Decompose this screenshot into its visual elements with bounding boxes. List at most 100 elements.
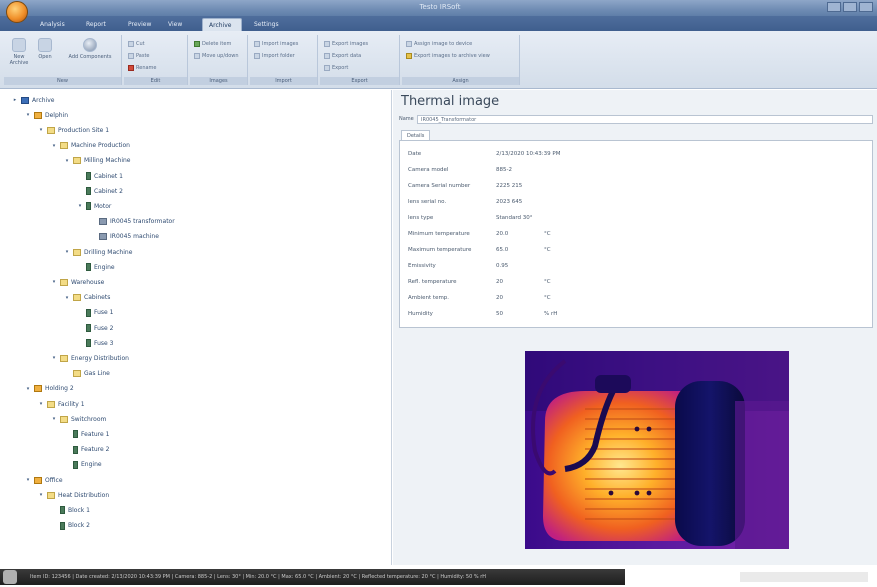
import-folder-button[interactable]: Import folder <box>254 51 295 60</box>
tab-preview[interactable]: Preview <box>122 18 156 31</box>
tree-item[interactable]: Block 2 <box>51 520 90 532</box>
tree-item[interactable]: IR0045 transformator <box>90 216 175 228</box>
tree-item[interactable]: Gas Line <box>64 368 110 380</box>
expand-toggle-icon[interactable]: ▾ <box>64 295 70 301</box>
tree-item[interactable]: Feature 2 <box>64 444 109 456</box>
property-value: 2023 645 <box>496 199 523 205</box>
tree-item[interactable]: ▾ Switchroom <box>51 413 106 425</box>
status-logo-icon <box>3 570 17 584</box>
expand-toggle-icon[interactable]: ▾ <box>38 492 44 498</box>
name-field[interactable]: IR0045_Transformator <box>417 114 873 124</box>
tab-analysis[interactable]: Analysis <box>34 18 74 31</box>
tree-item[interactable]: Cabinet 2 <box>77 185 123 197</box>
open-button[interactable]: Open <box>34 38 56 60</box>
archive-tree[interactable]: ▸ Archive ▾ Delphin ▾ Production Site 1 ▾ Machi… <box>0 90 392 565</box>
expand-toggle-icon[interactable]: ▾ <box>64 249 70 255</box>
status-bar-inner: Item ID: 123456 | Date created: 2/13/202… <box>0 569 625 585</box>
tree-item[interactable]: ▾ Heat Distribution <box>38 489 109 501</box>
tree-item[interactable]: Feature 1 <box>64 428 109 440</box>
archive-icon <box>12 38 26 52</box>
folder-icon <box>60 415 68 423</box>
tree-item[interactable]: Fuse 2 <box>77 322 113 334</box>
application-menu-button[interactable] <box>6 1 28 23</box>
tree-item[interactable]: ▾ Holding 2 <box>25 383 74 395</box>
export-data-button[interactable]: Export data <box>324 51 361 60</box>
assign-icon <box>406 40 412 47</box>
expand-toggle-icon[interactable]: ▾ <box>51 416 57 422</box>
property-label: lens serial no. <box>408 199 447 205</box>
tree-item[interactable]: Engine <box>64 459 102 471</box>
expand-toggle-icon[interactable]: ▾ <box>51 143 57 149</box>
expand-toggle-icon[interactable]: ▾ <box>51 355 57 361</box>
expand-toggle-icon[interactable]: ▾ <box>51 279 57 285</box>
folder-icon <box>60 142 68 150</box>
device-icon <box>60 521 65 530</box>
import-images-button[interactable]: Import images <box>254 39 298 48</box>
expand-toggle-icon[interactable]: ▾ <box>25 112 31 118</box>
close-button[interactable] <box>859 2 873 12</box>
expand-toggle-icon[interactable]: ▾ <box>38 401 44 407</box>
paste-button[interactable]: Paste <box>128 51 150 60</box>
tree-item[interactable]: Fuse 1 <box>77 307 113 319</box>
tree-item-label: Motor <box>94 202 112 210</box>
tree-item[interactable]: ▾ Energy Distribution <box>51 352 129 364</box>
export-button[interactable]: Export <box>324 63 348 72</box>
cut-button[interactable]: Cut <box>128 39 145 48</box>
tree-item[interactable]: Engine <box>77 261 115 273</box>
tree-item-label: Drilling Machine <box>84 248 133 256</box>
delete-icon <box>128 64 134 71</box>
device-icon <box>86 172 91 180</box>
tab-view[interactable]: View <box>162 18 192 31</box>
tree-item[interactable]: ▾ Machine Production <box>51 140 130 152</box>
tree-item[interactable]: Cabinet 1 <box>77 170 123 182</box>
tab-archive[interactable]: Archive <box>202 18 242 31</box>
tree-item[interactable]: ▾ Motor <box>77 200 111 212</box>
tree-item[interactable]: IR0045 machine <box>90 231 159 243</box>
folder-icon <box>47 400 55 408</box>
tree-item[interactable]: ▾ Milling Machine <box>64 155 130 167</box>
expand-toggle-icon[interactable]: ▾ <box>64 158 70 164</box>
tree-item[interactable]: ▾ Warehouse <box>51 276 104 288</box>
expand-toggle-icon[interactable]: ▾ <box>77 203 83 209</box>
tab-settings[interactable]: Settings <box>248 18 288 31</box>
new-archive-button[interactable]: New Archive <box>8 38 30 66</box>
tree-item[interactable]: ▾ Cabinets <box>64 292 110 304</box>
tree-item[interactable]: ▾ Production Site 1 <box>38 124 109 136</box>
tree-item[interactable]: ▾ Drilling Machine <box>64 246 132 258</box>
import-icon <box>254 40 260 47</box>
expand-toggle-icon[interactable]: ▾ <box>25 477 31 483</box>
tree-item-label: Engine <box>81 461 102 469</box>
add-components-button[interactable]: Add Components <box>62 38 118 60</box>
maximize-button[interactable] <box>843 2 857 12</box>
export-to-archive-button[interactable]: Export images to archive view <box>406 51 490 60</box>
device-icon <box>73 445 78 454</box>
tree-item[interactable]: ▾ Delphin <box>25 109 68 121</box>
tree-item-label: IR0045 transformator <box>110 218 175 226</box>
tree-item-label: Archive <box>32 96 55 104</box>
export-images-button[interactable]: Export images <box>324 39 368 48</box>
property-value: 20 <box>496 279 503 285</box>
tree-item[interactable]: Fuse 3 <box>77 337 113 349</box>
expand-toggle-icon[interactable]: ▾ <box>25 386 31 392</box>
tree-item-label: Fuse 3 <box>94 339 114 347</box>
tree-item[interactable]: ▾ Facility 1 <box>38 398 85 410</box>
expand-toggle-icon[interactable]: ▸ <box>12 97 18 103</box>
expand-toggle-icon[interactable]: ▾ <box>38 127 44 133</box>
tree-item-label: Energy Distribution <box>71 354 129 362</box>
minimize-button[interactable] <box>827 2 841 12</box>
paste-icon <box>128 52 134 59</box>
property-row: Camera model 885-2 <box>408 165 848 177</box>
tree-item-label: Facility 1 <box>58 400 85 408</box>
tree-item-label: Heat Distribution <box>58 491 110 499</box>
assign-image-button[interactable]: Assign image to device <box>406 39 472 48</box>
tab-report[interactable]: Report <box>80 18 116 31</box>
tree-item[interactable]: Block 1 <box>51 504 90 516</box>
tree-item[interactable]: ▾ Office <box>25 474 63 486</box>
details-panel: Date 2/13/2020 10:43:39 PM Camera model 885… <box>399 140 873 328</box>
tree-item[interactable]: ▸ Archive <box>12 94 54 106</box>
detail-pane: Thermal image Name IR0045_Transformator … <box>393 90 877 565</box>
tree-item-label: Block 2 <box>68 522 90 530</box>
move-button[interactable]: Move up/down <box>194 51 239 60</box>
delete-item-button[interactable]: Delete item <box>194 39 231 48</box>
rename-button[interactable]: Rename <box>128 63 157 72</box>
